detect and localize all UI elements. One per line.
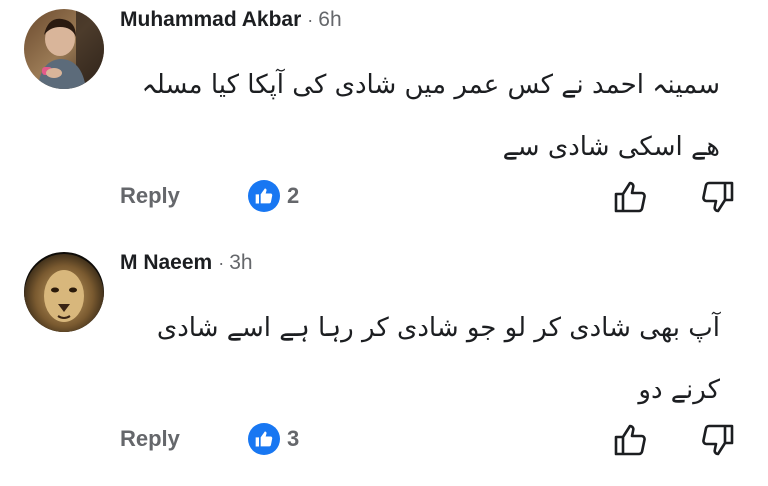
thumbs-down-outline-icon	[702, 181, 734, 213]
comment-actions: Reply 2	[0, 176, 768, 220]
comment-text: سمینہ احمد نے کس عمر میں شادی کی آپکا کی…	[141, 70, 720, 162]
separator-dot: ·	[218, 253, 225, 273]
separator-dot: ·	[307, 10, 314, 30]
like-count: 2	[287, 183, 300, 208]
like-reaction-count[interactable]: 3	[248, 423, 299, 455]
downvote-button[interactable]	[698, 178, 736, 216]
comment: Muhammad Akbar · 6h سمینہ احمد نے کس عمر…	[0, 0, 768, 243]
upvote-button[interactable]	[612, 178, 650, 216]
comment-actions: Reply 3	[0, 419, 768, 463]
thumbs-up-filled-icon	[248, 423, 280, 455]
like-count: 3	[287, 426, 300, 451]
reply-button[interactable]: Reply	[120, 426, 180, 452]
avatar[interactable]	[24, 252, 104, 332]
author-name[interactable]: M Naeem	[120, 251, 212, 275]
timestamp[interactable]: 3h	[229, 251, 252, 275]
comment-header: M Naeem · 3h	[120, 251, 253, 279]
like-reaction-count[interactable]: 2	[248, 180, 299, 212]
downvote-button[interactable]	[698, 421, 736, 459]
timestamp[interactable]: 6h	[318, 8, 341, 32]
thumbs-up-filled-icon	[248, 180, 280, 212]
comment: M Naeem · 3h آپ بھی شادی کر لو جو شادی ک…	[0, 243, 768, 486]
thumbs-up-outline-icon	[614, 424, 646, 456]
upvote-button[interactable]	[612, 421, 650, 459]
lion-photo-avatar-icon	[24, 252, 104, 332]
comment-text: آپ بھی شادی کر لو جو شادی کر رہا ہے اسے …	[156, 313, 720, 405]
comment-header: Muhammad Akbar · 6h	[120, 8, 342, 36]
avatar[interactable]	[24, 9, 104, 89]
thumbs-up-outline-icon	[614, 181, 646, 213]
author-name[interactable]: Muhammad Akbar	[120, 8, 301, 32]
thumbs-down-outline-icon	[702, 424, 734, 456]
reply-button[interactable]: Reply	[120, 183, 180, 209]
child-photo-avatar-icon	[24, 9, 104, 89]
